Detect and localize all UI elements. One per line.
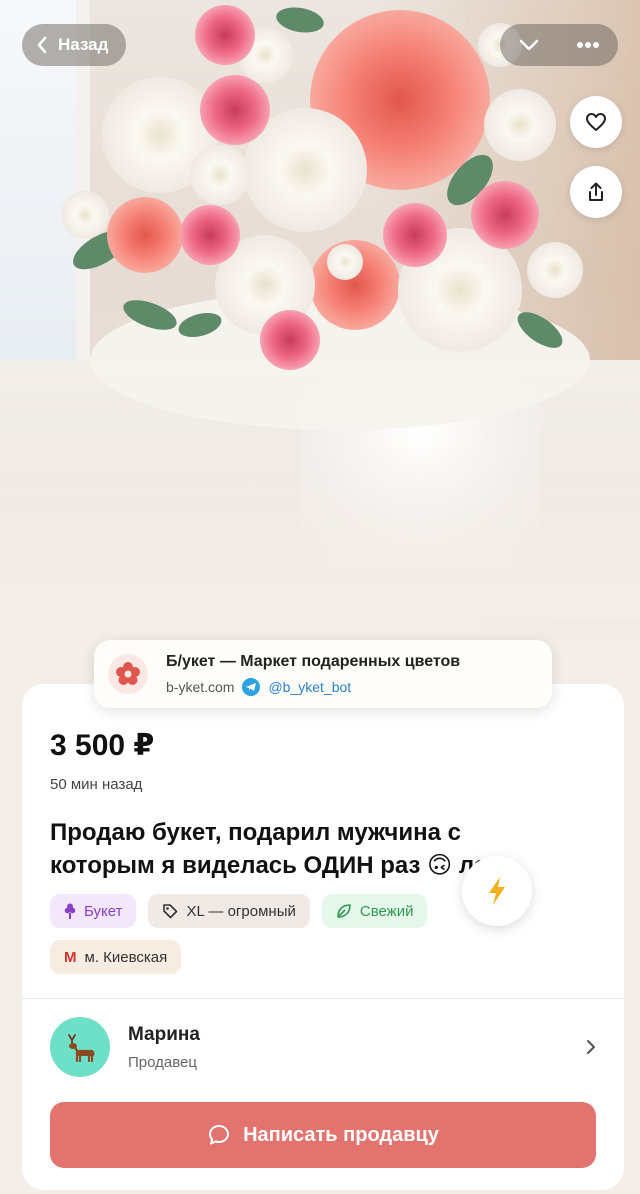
tag-icon: [163, 904, 178, 919]
flower-logo-icon: [108, 654, 148, 694]
chevron-right-icon: [587, 1040, 595, 1054]
boost-button[interactable]: [462, 856, 532, 926]
market-banner[interactable]: Б/укет — Маркет подаренных цветов b-yket…: [94, 640, 552, 708]
favorite-button[interactable]: [570, 96, 622, 148]
banner-site-link[interactable]: b-yket.com: [166, 679, 234, 695]
telegram-bot-link[interactable]: @b_yket_bot: [268, 679, 351, 695]
avatar: [50, 1017, 110, 1077]
tag-metro[interactable]: М м. Киевская: [50, 940, 182, 974]
leaf-icon: [337, 904, 351, 918]
deer-icon: [68, 1034, 95, 1062]
banner-title: Б/укет — Маркет подаренных цветов: [166, 652, 461, 670]
more-dots-icon: [577, 42, 599, 48]
chevron-left-icon: [37, 36, 47, 54]
heart-icon: [586, 113, 606, 131]
seller-role: Продавец: [128, 1053, 197, 1071]
message-seller-button[interactable]: Написать продавцу: [50, 1102, 596, 1168]
message-seller-label: Написать продавцу: [243, 1123, 439, 1146]
top-actions: [500, 24, 618, 66]
back-button[interactable]: Назад: [22, 24, 127, 66]
chevron-down-icon: [519, 39, 539, 51]
telegram-icon: [242, 677, 261, 696]
tag-list: Букет XL — огромный Свежий М м. Киевская: [50, 894, 500, 974]
tag-size[interactable]: XL — огромный: [148, 894, 310, 928]
seller-name: Марина: [128, 1023, 200, 1045]
listing-card: 3 500 ₽ 50 мин назад Продаю букет, подар…: [22, 684, 624, 1190]
more-button[interactable]: [576, 41, 600, 49]
listing-photo[interactable]: [0, 0, 640, 700]
share-button[interactable]: [570, 166, 622, 218]
seller-row[interactable]: Марина Продавец: [50, 1016, 596, 1078]
collapse-button[interactable]: [518, 38, 540, 52]
chat-bubble-icon: [209, 1125, 230, 1145]
tag-fresh[interactable]: Свежий: [321, 894, 428, 928]
price: 3 500 ₽: [50, 729, 155, 762]
metro-icon: М: [64, 948, 77, 966]
lightning-icon: [489, 877, 505, 905]
share-icon: [589, 182, 603, 201]
divider: [22, 998, 624, 999]
bouquet-icon: [64, 903, 76, 919]
back-label: Назад: [58, 35, 109, 54]
posted-time: 50 мин назад: [50, 776, 143, 793]
tag-bouquet[interactable]: Букет: [50, 894, 137, 928]
